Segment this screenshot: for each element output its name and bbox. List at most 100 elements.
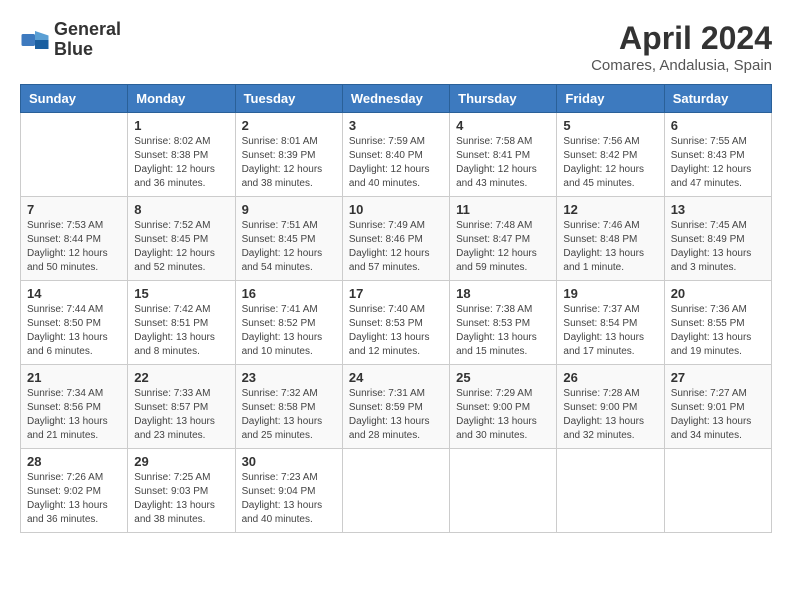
calendar-day-cell: 1 Sunrise: 8:02 AM Sunset: 8:38 PM Daylig… <box>128 113 235 197</box>
weekday-header-cell: Wednesday <box>342 85 449 113</box>
calendar-day-cell: 27 Sunrise: 7:27 AM Sunset: 9:01 PM Dayli… <box>664 365 771 449</box>
day-info: Sunrise: 7:36 AM Sunset: 8:55 PM Dayligh… <box>671 303 765 359</box>
calendar-body: 1 Sunrise: 8:02 AM Sunset: 8:38 PM Daylig… <box>21 113 772 533</box>
calendar-day-cell: 2Sunrise: 8:01 AM Sunset: 8:39 PM Daylig… <box>235 113 342 197</box>
day-number: 17 <box>349 286 443 301</box>
day-number: 9 <box>242 202 336 217</box>
calendar-day-cell: 21Sunrise: 7:34 AM Sunset: 8:56 PM Dayli… <box>21 365 128 449</box>
day-number: 11 <box>456 202 550 217</box>
day-info: Sunrise: 7:23 AM Sunset: 9:04 PM Dayligh… <box>242 471 336 527</box>
day-number: 14 <box>27 286 121 301</box>
day-number: 10 <box>349 202 443 217</box>
calendar-day-cell: 11Sunrise: 7:48 AM Sunset: 8:47 PM Dayli… <box>450 197 557 281</box>
calendar-day-cell <box>21 113 128 197</box>
calendar-day-cell: 6 Sunrise: 7:55 AM Sunset: 8:43 PM Daylig… <box>664 113 771 197</box>
calendar-day-cell: 30Sunrise: 7:23 AM Sunset: 9:04 PM Dayli… <box>235 449 342 533</box>
calendar-day-cell: 7Sunrise: 7:53 AM Sunset: 8:44 PM Daylig… <box>21 197 128 281</box>
day-info: Sunrise: 7:38 AM Sunset: 8:53 PM Dayligh… <box>456 303 550 359</box>
calendar-day-cell: 20 Sunrise: 7:36 AM Sunset: 8:55 PM Dayli… <box>664 281 771 365</box>
calendar-day-cell: 8 Sunrise: 7:52 AM Sunset: 8:45 PM Daylig… <box>128 197 235 281</box>
calendar-day-cell: 24 Sunrise: 7:31 AM Sunset: 8:59 PM Dayli… <box>342 365 449 449</box>
weekday-header-cell: Thursday <box>450 85 557 113</box>
calendar-day-cell: 26 Sunrise: 7:28 AM Sunset: 9:00 PM Dayli… <box>557 365 664 449</box>
day-info: Sunrise: 7:46 AM Sunset: 8:48 PM Dayligh… <box>563 219 657 275</box>
calendar-day-cell: 18 Sunrise: 7:38 AM Sunset: 8:53 PM Dayli… <box>450 281 557 365</box>
day-number: 3 <box>349 118 443 133</box>
calendar-week-row: 21Sunrise: 7:34 AM Sunset: 8:56 PM Dayli… <box>21 365 772 449</box>
calendar-day-cell <box>450 449 557 533</box>
weekday-header-cell: Saturday <box>664 85 771 113</box>
day-number: 25 <box>456 370 550 385</box>
calendar-day-cell: 14 Sunrise: 7:44 AM Sunset: 8:50 PM Dayli… <box>21 281 128 365</box>
day-number: 15 <box>134 286 228 301</box>
day-number: 16 <box>242 286 336 301</box>
calendar-day-cell: 10 Sunrise: 7:49 AM Sunset: 8:46 PM Dayli… <box>342 197 449 281</box>
weekday-header-cell: Friday <box>557 85 664 113</box>
calendar-week-row: 1 Sunrise: 8:02 AM Sunset: 8:38 PM Daylig… <box>21 113 772 197</box>
day-number: 23 <box>242 370 336 385</box>
weekday-header-cell: Sunday <box>21 85 128 113</box>
day-number: 28 <box>27 454 121 469</box>
day-number: 6 <box>671 118 765 133</box>
day-number: 1 <box>134 118 228 133</box>
day-number: 29 <box>134 454 228 469</box>
logo-icon <box>20 25 50 55</box>
logo-line2: Blue <box>54 40 121 60</box>
day-number: 18 <box>456 286 550 301</box>
calendar-day-cell: 16 Sunrise: 7:41 AM Sunset: 8:52 PM Dayli… <box>235 281 342 365</box>
day-number: 20 <box>671 286 765 301</box>
day-info: Sunrise: 7:31 AM Sunset: 8:59 PM Dayligh… <box>349 387 443 443</box>
day-info: Sunrise: 8:02 AM Sunset: 8:38 PM Dayligh… <box>134 135 228 191</box>
calendar-day-cell: 23Sunrise: 7:32 AM Sunset: 8:58 PM Dayli… <box>235 365 342 449</box>
day-number: 27 <box>671 370 765 385</box>
calendar-day-cell <box>342 449 449 533</box>
calendar-day-cell: 29 Sunrise: 7:25 AM Sunset: 9:03 PM Dayli… <box>128 449 235 533</box>
day-info: Sunrise: 7:56 AM Sunset: 8:42 PM Dayligh… <box>563 135 657 191</box>
calendar-day-cell: 22Sunrise: 7:33 AM Sunset: 8:57 PM Dayli… <box>128 365 235 449</box>
day-info: Sunrise: 7:40 AM Sunset: 8:53 PM Dayligh… <box>349 303 443 359</box>
logo: General Blue <box>20 20 121 60</box>
calendar-day-cell: 3 Sunrise: 7:59 AM Sunset: 8:40 PM Daylig… <box>342 113 449 197</box>
day-info: Sunrise: 7:41 AM Sunset: 8:52 PM Dayligh… <box>242 303 336 359</box>
day-number: 21 <box>27 370 121 385</box>
day-info: Sunrise: 7:55 AM Sunset: 8:43 PM Dayligh… <box>671 135 765 191</box>
calendar-day-cell: 12Sunrise: 7:46 AM Sunset: 8:48 PM Dayli… <box>557 197 664 281</box>
calendar-day-cell <box>664 449 771 533</box>
day-info: Sunrise: 7:25 AM Sunset: 9:03 PM Dayligh… <box>134 471 228 527</box>
calendar: SundayMondayTuesdayWednesdayThursdayFrid… <box>20 84 772 533</box>
day-info: Sunrise: 7:29 AM Sunset: 9:00 PM Dayligh… <box>456 387 550 443</box>
weekday-header-row: SundayMondayTuesdayWednesdayThursdayFrid… <box>21 85 772 113</box>
calendar-day-cell: 19Sunrise: 7:37 AM Sunset: 8:54 PM Dayli… <box>557 281 664 365</box>
day-number: 19 <box>563 286 657 301</box>
day-info: Sunrise: 7:51 AM Sunset: 8:45 PM Dayligh… <box>242 219 336 275</box>
day-info: Sunrise: 7:28 AM Sunset: 9:00 PM Dayligh… <box>563 387 657 443</box>
calendar-day-cell: 4Sunrise: 7:58 AM Sunset: 8:41 PM Daylig… <box>450 113 557 197</box>
day-number: 8 <box>134 202 228 217</box>
day-number: 13 <box>671 202 765 217</box>
day-number: 26 <box>563 370 657 385</box>
day-number: 5 <box>563 118 657 133</box>
day-number: 24 <box>349 370 443 385</box>
day-info: Sunrise: 7:26 AM Sunset: 9:02 PM Dayligh… <box>27 471 121 527</box>
day-info: Sunrise: 7:27 AM Sunset: 9:01 PM Dayligh… <box>671 387 765 443</box>
day-info: Sunrise: 7:59 AM Sunset: 8:40 PM Dayligh… <box>349 135 443 191</box>
weekday-header-cell: Monday <box>128 85 235 113</box>
day-info: Sunrise: 7:49 AM Sunset: 8:46 PM Dayligh… <box>349 219 443 275</box>
calendar-day-cell: 13 Sunrise: 7:45 AM Sunset: 8:49 PM Dayli… <box>664 197 771 281</box>
day-number: 22 <box>134 370 228 385</box>
calendar-day-cell <box>557 449 664 533</box>
calendar-day-cell: 28 Sunrise: 7:26 AM Sunset: 9:02 PM Dayli… <box>21 449 128 533</box>
calendar-week-row: 7Sunrise: 7:53 AM Sunset: 8:44 PM Daylig… <box>21 197 772 281</box>
day-info: Sunrise: 7:42 AM Sunset: 8:51 PM Dayligh… <box>134 303 228 359</box>
day-info: Sunrise: 7:58 AM Sunset: 8:41 PM Dayligh… <box>456 135 550 191</box>
day-info: Sunrise: 7:45 AM Sunset: 8:49 PM Dayligh… <box>671 219 765 275</box>
calendar-day-cell: 17 Sunrise: 7:40 AM Sunset: 8:53 PM Dayli… <box>342 281 449 365</box>
calendar-day-cell: 9 Sunrise: 7:51 AM Sunset: 8:45 PM Daylig… <box>235 197 342 281</box>
calendar-week-row: 14 Sunrise: 7:44 AM Sunset: 8:50 PM Dayli… <box>21 281 772 365</box>
logo-line1: General <box>54 20 121 40</box>
calendar-day-cell: 15 Sunrise: 7:42 AM Sunset: 8:51 PM Dayli… <box>128 281 235 365</box>
header: General Blue April 2024 Comares, Andalus… <box>20 20 772 74</box>
day-number: 7 <box>27 202 121 217</box>
day-info: Sunrise: 7:44 AM Sunset: 8:50 PM Dayligh… <box>27 303 121 359</box>
day-info: Sunrise: 7:52 AM Sunset: 8:45 PM Dayligh… <box>134 219 228 275</box>
